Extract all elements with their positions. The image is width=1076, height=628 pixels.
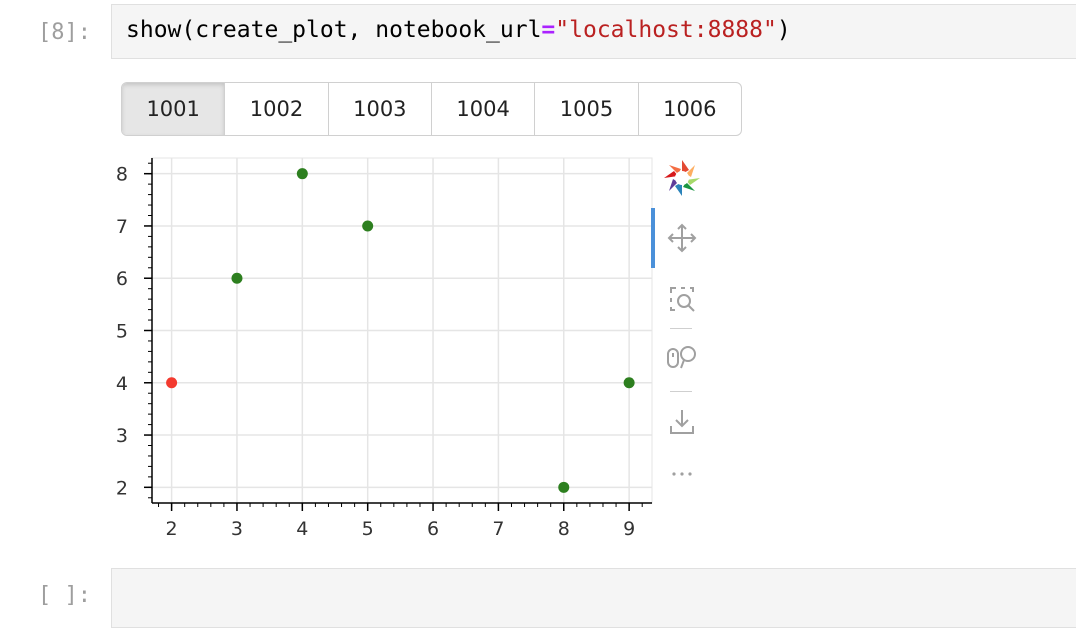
scatter-point[interactable]: [296, 168, 308, 180]
y-tick-label: 3: [116, 425, 128, 447]
wheel-zoom-icon[interactable]: [662, 338, 702, 378]
save-icon[interactable]: [662, 402, 702, 442]
x-tick-label: 7: [492, 518, 504, 540]
x-tick-label: 5: [362, 518, 374, 540]
scatter-point[interactable]: [231, 272, 243, 284]
y-tick-label: 5: [116, 321, 128, 343]
scatter-point[interactable]: [558, 481, 570, 493]
y-tick-label: 8: [116, 164, 128, 186]
x-tick-label: 9: [623, 518, 635, 540]
scatter-point[interactable]: [166, 377, 178, 389]
scatter-point[interactable]: [623, 377, 635, 389]
y-tick-label: 7: [116, 216, 128, 238]
x-tick-label: 6: [427, 518, 439, 540]
toolbar-divider: [670, 391, 692, 392]
y-tick-label: 2: [116, 477, 128, 499]
more-icon[interactable]: [662, 446, 702, 486]
box-zoom-icon[interactable]: [662, 279, 702, 319]
x-tick-label: 2: [166, 518, 178, 540]
code-close-paren: ): [776, 17, 791, 43]
plot-toolbar: [650, 150, 714, 490]
toolbar-divider: [670, 328, 692, 329]
x-tick-label: 3: [231, 518, 243, 540]
x-tick-label: 8: [558, 518, 570, 540]
scatter-point[interactable]: [362, 220, 374, 232]
pan-icon[interactable]: [662, 218, 702, 258]
active-tool-indicator: [651, 208, 655, 268]
x-tick-label: 4: [296, 518, 308, 540]
code-cell-input[interactable]: [111, 568, 1076, 628]
bokeh-logo-icon[interactable]: [662, 158, 702, 198]
y-tick-label: 4: [116, 373, 128, 395]
y-tick-label: 6: [116, 268, 128, 290]
scatter-plot[interactable]: 2 3 4 5 6 7 8 9 2 3 4 5 6 7 8: [0, 0, 700, 560]
